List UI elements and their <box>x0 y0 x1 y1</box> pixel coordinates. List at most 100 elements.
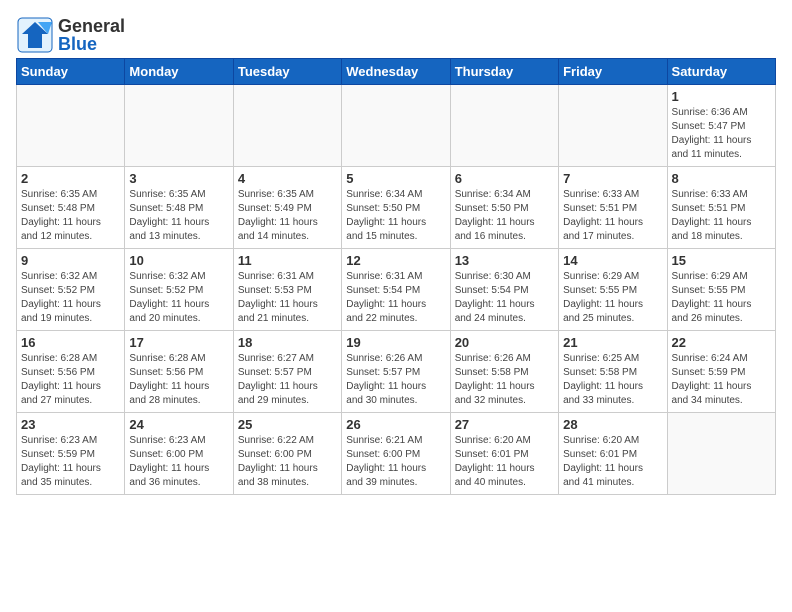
day-info: Sunrise: 6:20 AM Sunset: 6:01 PM Dayligh… <box>455 434 554 490</box>
day-number: 3 <box>129 171 228 186</box>
day-number: 28 <box>563 417 662 432</box>
calendar-cell: 28 Sunrise: 6:20 AM Sunset: 6:01 PM Dayli… <box>559 413 667 495</box>
week-row-4: 16 Sunrise: 6:28 AM Sunset: 5:56 PM Dayli… <box>17 331 776 413</box>
day-number: 12 <box>346 253 445 268</box>
day-number: 8 <box>672 171 771 186</box>
calendar-cell: 8 Sunrise: 6:33 AM Sunset: 5:51 PM Daylig… <box>667 167 775 249</box>
day-number: 14 <box>563 253 662 268</box>
day-info: Sunrise: 6:29 AM Sunset: 5:55 PM Dayligh… <box>672 270 771 326</box>
day-number: 7 <box>563 171 662 186</box>
calendar-table: SundayMondayTuesdayWednesdayThursdayFrid… <box>16 58 776 495</box>
day-info: Sunrise: 6:23 AM Sunset: 5:59 PM Dayligh… <box>21 434 120 490</box>
day-number: 22 <box>672 335 771 350</box>
calendar-cell: 3 Sunrise: 6:35 AM Sunset: 5:48 PM Daylig… <box>125 167 233 249</box>
calendar-cell <box>342 85 450 167</box>
calendar-cell: 16 Sunrise: 6:28 AM Sunset: 5:56 PM Dayli… <box>17 331 125 413</box>
day-info: Sunrise: 6:28 AM Sunset: 5:56 PM Dayligh… <box>21 352 120 408</box>
day-info: Sunrise: 6:25 AM Sunset: 5:58 PM Dayligh… <box>563 352 662 408</box>
weekday-header-wednesday: Wednesday <box>342 59 450 85</box>
day-info: Sunrise: 6:31 AM Sunset: 5:54 PM Dayligh… <box>346 270 445 326</box>
day-number: 19 <box>346 335 445 350</box>
day-number: 1 <box>672 89 771 104</box>
calendar-cell: 18 Sunrise: 6:27 AM Sunset: 5:57 PM Dayli… <box>233 331 341 413</box>
calendar-cell: 19 Sunrise: 6:26 AM Sunset: 5:57 PM Dayli… <box>342 331 450 413</box>
day-number: 15 <box>672 253 771 268</box>
day-info: Sunrise: 6:35 AM Sunset: 5:48 PM Dayligh… <box>129 188 228 244</box>
day-number: 4 <box>238 171 337 186</box>
day-number: 18 <box>238 335 337 350</box>
calendar-cell: 17 Sunrise: 6:28 AM Sunset: 5:56 PM Dayli… <box>125 331 233 413</box>
calendar-cell: 11 Sunrise: 6:31 AM Sunset: 5:53 PM Dayli… <box>233 249 341 331</box>
day-info: Sunrise: 6:33 AM Sunset: 5:51 PM Dayligh… <box>672 188 771 244</box>
calendar-cell: 12 Sunrise: 6:31 AM Sunset: 5:54 PM Dayli… <box>342 249 450 331</box>
logo: General Blue <box>16 16 125 54</box>
day-number: 20 <box>455 335 554 350</box>
day-number: 16 <box>21 335 120 350</box>
day-number: 11 <box>238 253 337 268</box>
day-info: Sunrise: 6:32 AM Sunset: 5:52 PM Dayligh… <box>21 270 120 326</box>
week-row-3: 9 Sunrise: 6:32 AM Sunset: 5:52 PM Daylig… <box>17 249 776 331</box>
day-info: Sunrise: 6:23 AM Sunset: 6:00 PM Dayligh… <box>129 434 228 490</box>
calendar-cell <box>559 85 667 167</box>
calendar-cell: 4 Sunrise: 6:35 AM Sunset: 5:49 PM Daylig… <box>233 167 341 249</box>
day-info: Sunrise: 6:22 AM Sunset: 6:00 PM Dayligh… <box>238 434 337 490</box>
day-info: Sunrise: 6:27 AM Sunset: 5:57 PM Dayligh… <box>238 352 337 408</box>
day-number: 21 <box>563 335 662 350</box>
week-row-1: 1 Sunrise: 6:36 AM Sunset: 5:47 PM Daylig… <box>17 85 776 167</box>
calendar-cell: 15 Sunrise: 6:29 AM Sunset: 5:55 PM Dayli… <box>667 249 775 331</box>
day-number: 26 <box>346 417 445 432</box>
week-row-2: 2 Sunrise: 6:35 AM Sunset: 5:48 PM Daylig… <box>17 167 776 249</box>
calendar-cell <box>125 85 233 167</box>
calendar-cell <box>233 85 341 167</box>
day-info: Sunrise: 6:34 AM Sunset: 5:50 PM Dayligh… <box>346 188 445 244</box>
logo-general-text: General <box>58 17 125 35</box>
day-info: Sunrise: 6:35 AM Sunset: 5:49 PM Dayligh… <box>238 188 337 244</box>
day-info: Sunrise: 6:30 AM Sunset: 5:54 PM Dayligh… <box>455 270 554 326</box>
weekday-header-saturday: Saturday <box>667 59 775 85</box>
page-header: General Blue <box>16 16 776 54</box>
day-info: Sunrise: 6:26 AM Sunset: 5:58 PM Dayligh… <box>455 352 554 408</box>
logo-blue-text: Blue <box>58 35 125 53</box>
calendar-cell: 25 Sunrise: 6:22 AM Sunset: 6:00 PM Dayli… <box>233 413 341 495</box>
calendar-cell: 2Sunrise: 6:35 AM Sunset: 5:48 PM Daylig… <box>17 167 125 249</box>
day-number: 6 <box>455 171 554 186</box>
day-number: 24 <box>129 417 228 432</box>
day-info: Sunrise: 6:26 AM Sunset: 5:57 PM Dayligh… <box>346 352 445 408</box>
calendar-cell: 5 Sunrise: 6:34 AM Sunset: 5:50 PM Daylig… <box>342 167 450 249</box>
calendar-cell: 27Sunrise: 6:20 AM Sunset: 6:01 PM Dayli… <box>450 413 558 495</box>
day-info: Sunrise: 6:20 AM Sunset: 6:01 PM Dayligh… <box>563 434 662 490</box>
calendar-cell <box>17 85 125 167</box>
day-info: Sunrise: 6:21 AM Sunset: 6:00 PM Dayligh… <box>346 434 445 490</box>
day-number: 9 <box>21 253 120 268</box>
calendar-cell: 7 Sunrise: 6:33 AM Sunset: 5:51 PM Daylig… <box>559 167 667 249</box>
calendar-cell: 23Sunrise: 6:23 AM Sunset: 5:59 PM Dayli… <box>17 413 125 495</box>
day-info: Sunrise: 6:36 AM Sunset: 5:47 PM Dayligh… <box>672 106 771 162</box>
day-info: Sunrise: 6:32 AM Sunset: 5:52 PM Dayligh… <box>129 270 228 326</box>
logo-text: General Blue <box>58 17 125 53</box>
calendar-cell: 13 Sunrise: 6:30 AM Sunset: 5:54 PM Dayli… <box>450 249 558 331</box>
day-info: Sunrise: 6:31 AM Sunset: 5:53 PM Dayligh… <box>238 270 337 326</box>
day-number: 5 <box>346 171 445 186</box>
calendar-cell <box>667 413 775 495</box>
weekday-header-sunday: Sunday <box>17 59 125 85</box>
week-row-5: 23Sunrise: 6:23 AM Sunset: 5:59 PM Dayli… <box>17 413 776 495</box>
day-number: 17 <box>129 335 228 350</box>
day-number: 13 <box>455 253 554 268</box>
day-number: 25 <box>238 417 337 432</box>
weekday-header-friday: Friday <box>559 59 667 85</box>
day-info: Sunrise: 6:28 AM Sunset: 5:56 PM Dayligh… <box>129 352 228 408</box>
day-info: Sunrise: 6:33 AM Sunset: 5:51 PM Dayligh… <box>563 188 662 244</box>
weekday-header-row: SundayMondayTuesdayWednesdayThursdayFrid… <box>17 59 776 85</box>
day-info: Sunrise: 6:34 AM Sunset: 5:50 PM Dayligh… <box>455 188 554 244</box>
logo-icon <box>16 16 54 54</box>
weekday-header-monday: Monday <box>125 59 233 85</box>
calendar-cell: 21 Sunrise: 6:25 AM Sunset: 5:58 PM Dayli… <box>559 331 667 413</box>
calendar-cell <box>450 85 558 167</box>
calendar-cell: 24 Sunrise: 6:23 AM Sunset: 6:00 PM Dayli… <box>125 413 233 495</box>
weekday-header-thursday: Thursday <box>450 59 558 85</box>
calendar-cell: 22Sunrise: 6:24 AM Sunset: 5:59 PM Dayli… <box>667 331 775 413</box>
day-info: Sunrise: 6:29 AM Sunset: 5:55 PM Dayligh… <box>563 270 662 326</box>
calendar-cell: 9 Sunrise: 6:32 AM Sunset: 5:52 PM Daylig… <box>17 249 125 331</box>
day-number: 2 <box>21 171 120 186</box>
calendar-cell: 6 Sunrise: 6:34 AM Sunset: 5:50 PM Daylig… <box>450 167 558 249</box>
